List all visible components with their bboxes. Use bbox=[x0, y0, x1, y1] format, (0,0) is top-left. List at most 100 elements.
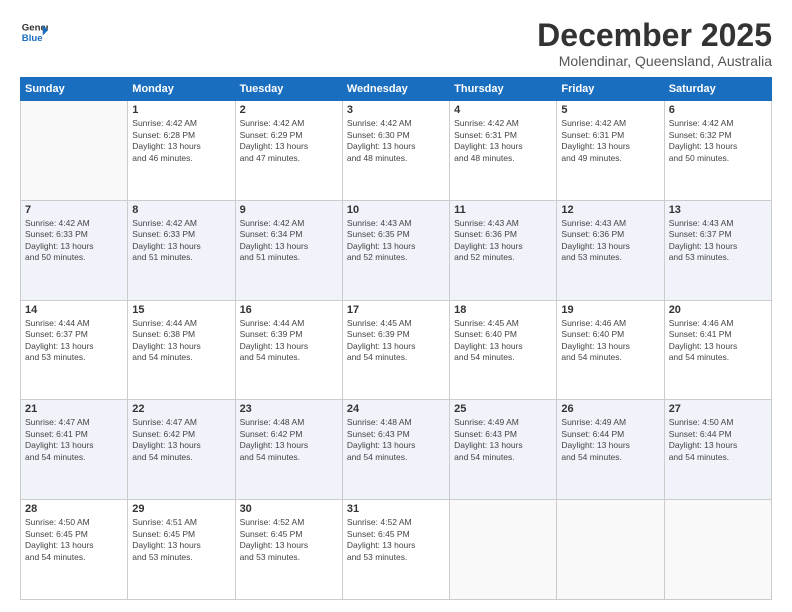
day-info: Sunrise: 4:44 AM Sunset: 6:39 PM Dayligh… bbox=[240, 318, 338, 364]
calendar-week-3: 14 Sunrise: 4:44 AM Sunset: 6:37 PM Dayli… bbox=[21, 300, 772, 400]
day-info: Sunrise: 4:47 AM Sunset: 6:41 PM Dayligh… bbox=[25, 417, 123, 463]
day-info: Sunrise: 4:50 AM Sunset: 6:45 PM Dayligh… bbox=[25, 517, 123, 563]
calendar-cell: 7 Sunrise: 4:42 AM Sunset: 6:33 PM Daylig… bbox=[21, 200, 128, 300]
day-info: Sunrise: 4:44 AM Sunset: 6:38 PM Dayligh… bbox=[132, 318, 230, 364]
calendar-cell bbox=[21, 101, 128, 201]
day-info: Sunrise: 4:42 AM Sunset: 6:33 PM Dayligh… bbox=[25, 218, 123, 264]
day-number: 29 bbox=[132, 503, 230, 515]
day-number: 3 bbox=[347, 104, 445, 116]
header: General Blue December 2025 Molendinar, Q… bbox=[20, 18, 772, 69]
calendar-week-1: 1 Sunrise: 4:42 AM Sunset: 6:28 PM Daylig… bbox=[21, 101, 772, 201]
calendar-cell: 10Sunrise: 4:43 AM Sunset: 6:35 PM Dayli… bbox=[342, 200, 449, 300]
day-number: 16 bbox=[240, 304, 338, 316]
day-info: Sunrise: 4:42 AM Sunset: 6:33 PM Dayligh… bbox=[132, 218, 230, 264]
subtitle: Molendinar, Queensland, Australia bbox=[537, 53, 772, 69]
calendar-cell: 17 Sunrise: 4:45 AM Sunset: 6:39 PM Dayli… bbox=[342, 300, 449, 400]
calendar-cell: 9 Sunrise: 4:42 AM Sunset: 6:34 PM Daylig… bbox=[235, 200, 342, 300]
calendar-cell bbox=[664, 500, 771, 600]
col-friday: Friday bbox=[557, 78, 664, 101]
calendar-cell bbox=[557, 500, 664, 600]
day-info: Sunrise: 4:45 AM Sunset: 6:39 PM Dayligh… bbox=[347, 318, 445, 364]
day-number: 12 bbox=[561, 204, 659, 216]
col-thursday: Thursday bbox=[450, 78, 557, 101]
day-number: 30 bbox=[240, 503, 338, 515]
calendar-week-4: 21Sunrise: 4:47 AM Sunset: 6:41 PM Dayli… bbox=[21, 400, 772, 500]
calendar-cell: 21Sunrise: 4:47 AM Sunset: 6:41 PM Dayli… bbox=[21, 400, 128, 500]
day-info: Sunrise: 4:48 AM Sunset: 6:42 PM Dayligh… bbox=[240, 417, 338, 463]
calendar-cell: 14 Sunrise: 4:44 AM Sunset: 6:37 PM Dayli… bbox=[21, 300, 128, 400]
calendar-cell: 16 Sunrise: 4:44 AM Sunset: 6:39 PM Dayli… bbox=[235, 300, 342, 400]
col-wednesday: Wednesday bbox=[342, 78, 449, 101]
day-info: Sunrise: 4:49 AM Sunset: 6:44 PM Dayligh… bbox=[561, 417, 659, 463]
calendar-cell: 27Sunrise: 4:50 AM Sunset: 6:44 PM Dayli… bbox=[664, 400, 771, 500]
calendar-cell: 22Sunrise: 4:47 AM Sunset: 6:42 PM Dayli… bbox=[128, 400, 235, 500]
day-info: Sunrise: 4:44 AM Sunset: 6:37 PM Dayligh… bbox=[25, 318, 123, 364]
title-block: December 2025 Molendinar, Queensland, Au… bbox=[537, 18, 772, 69]
day-info: Sunrise: 4:42 AM Sunset: 6:28 PM Dayligh… bbox=[132, 118, 230, 164]
calendar-cell: 2Sunrise: 4:42 AM Sunset: 6:29 PM Daylig… bbox=[235, 101, 342, 201]
calendar-cell: 8Sunrise: 4:42 AM Sunset: 6:33 PM Daylig… bbox=[128, 200, 235, 300]
logo: General Blue bbox=[20, 18, 48, 46]
day-number: 9 bbox=[240, 204, 338, 216]
day-number: 24 bbox=[347, 403, 445, 415]
logo-icon: General Blue bbox=[20, 18, 48, 46]
day-number: 2 bbox=[240, 104, 338, 116]
day-info: Sunrise: 4:52 AM Sunset: 6:45 PM Dayligh… bbox=[347, 517, 445, 563]
day-info: Sunrise: 4:50 AM Sunset: 6:44 PM Dayligh… bbox=[669, 417, 767, 463]
day-number: 1 bbox=[132, 104, 230, 116]
day-number: 5 bbox=[561, 104, 659, 116]
day-number: 20 bbox=[669, 304, 767, 316]
col-sunday: Sunday bbox=[21, 78, 128, 101]
calendar-cell: 28Sunrise: 4:50 AM Sunset: 6:45 PM Dayli… bbox=[21, 500, 128, 600]
day-info: Sunrise: 4:51 AM Sunset: 6:45 PM Dayligh… bbox=[132, 517, 230, 563]
day-info: Sunrise: 4:49 AM Sunset: 6:43 PM Dayligh… bbox=[454, 417, 552, 463]
day-info: Sunrise: 4:52 AM Sunset: 6:45 PM Dayligh… bbox=[240, 517, 338, 563]
svg-text:Blue: Blue bbox=[22, 33, 43, 44]
day-number: 6 bbox=[669, 104, 767, 116]
calendar-cell: 25 Sunrise: 4:49 AM Sunset: 6:43 PM Dayli… bbox=[450, 400, 557, 500]
col-tuesday: Tuesday bbox=[235, 78, 342, 101]
day-info: Sunrise: 4:47 AM Sunset: 6:42 PM Dayligh… bbox=[132, 417, 230, 463]
day-info: Sunrise: 4:43 AM Sunset: 6:36 PM Dayligh… bbox=[561, 218, 659, 264]
day-number: 31 bbox=[347, 503, 445, 515]
day-info: Sunrise: 4:42 AM Sunset: 6:31 PM Dayligh… bbox=[561, 118, 659, 164]
day-info: Sunrise: 4:43 AM Sunset: 6:37 PM Dayligh… bbox=[669, 218, 767, 264]
calendar-cell: 19 Sunrise: 4:46 AM Sunset: 6:40 PM Dayli… bbox=[557, 300, 664, 400]
calendar-header-row: Sunday Monday Tuesday Wednesday Thursday… bbox=[21, 78, 772, 101]
day-number: 19 bbox=[561, 304, 659, 316]
main-title: December 2025 bbox=[537, 18, 772, 53]
calendar-cell: 26 Sunrise: 4:49 AM Sunset: 6:44 PM Dayli… bbox=[557, 400, 664, 500]
calendar-cell: 15Sunrise: 4:44 AM Sunset: 6:38 PM Dayli… bbox=[128, 300, 235, 400]
calendar-cell: 5 Sunrise: 4:42 AM Sunset: 6:31 PM Daylig… bbox=[557, 101, 664, 201]
day-number: 23 bbox=[240, 403, 338, 415]
calendar-cell: 24Sunrise: 4:48 AM Sunset: 6:43 PM Dayli… bbox=[342, 400, 449, 500]
calendar-week-5: 28Sunrise: 4:50 AM Sunset: 6:45 PM Dayli… bbox=[21, 500, 772, 600]
day-number: 11 bbox=[454, 204, 552, 216]
calendar-cell: 3 Sunrise: 4:42 AM Sunset: 6:30 PM Daylig… bbox=[342, 101, 449, 201]
day-number: 18 bbox=[454, 304, 552, 316]
calendar-cell: 30 Sunrise: 4:52 AM Sunset: 6:45 PM Dayli… bbox=[235, 500, 342, 600]
page: General Blue December 2025 Molendinar, Q… bbox=[0, 0, 792, 612]
day-info: Sunrise: 4:43 AM Sunset: 6:35 PM Dayligh… bbox=[347, 218, 445, 264]
col-monday: Monday bbox=[128, 78, 235, 101]
day-number: 13 bbox=[669, 204, 767, 216]
day-number: 17 bbox=[347, 304, 445, 316]
calendar-table: Sunday Monday Tuesday Wednesday Thursday… bbox=[20, 77, 772, 600]
calendar-cell: 4Sunrise: 4:42 AM Sunset: 6:31 PM Daylig… bbox=[450, 101, 557, 201]
day-number: 14 bbox=[25, 304, 123, 316]
calendar-cell: 6Sunrise: 4:42 AM Sunset: 6:32 PM Daylig… bbox=[664, 101, 771, 201]
day-number: 7 bbox=[25, 204, 123, 216]
day-info: Sunrise: 4:42 AM Sunset: 6:34 PM Dayligh… bbox=[240, 218, 338, 264]
day-info: Sunrise: 4:43 AM Sunset: 6:36 PM Dayligh… bbox=[454, 218, 552, 264]
calendar-week-2: 7 Sunrise: 4:42 AM Sunset: 6:33 PM Daylig… bbox=[21, 200, 772, 300]
calendar-cell: 18 Sunrise: 4:45 AM Sunset: 6:40 PM Dayli… bbox=[450, 300, 557, 400]
calendar-cell: 1 Sunrise: 4:42 AM Sunset: 6:28 PM Daylig… bbox=[128, 101, 235, 201]
calendar-cell: 12 Sunrise: 4:43 AM Sunset: 6:36 PM Dayli… bbox=[557, 200, 664, 300]
day-info: Sunrise: 4:46 AM Sunset: 6:41 PM Dayligh… bbox=[669, 318, 767, 364]
day-number: 26 bbox=[561, 403, 659, 415]
day-info: Sunrise: 4:42 AM Sunset: 6:31 PM Dayligh… bbox=[454, 118, 552, 164]
day-info: Sunrise: 4:45 AM Sunset: 6:40 PM Dayligh… bbox=[454, 318, 552, 364]
day-number: 25 bbox=[454, 403, 552, 415]
day-info: Sunrise: 4:42 AM Sunset: 6:30 PM Dayligh… bbox=[347, 118, 445, 164]
day-info: Sunrise: 4:46 AM Sunset: 6:40 PM Dayligh… bbox=[561, 318, 659, 364]
